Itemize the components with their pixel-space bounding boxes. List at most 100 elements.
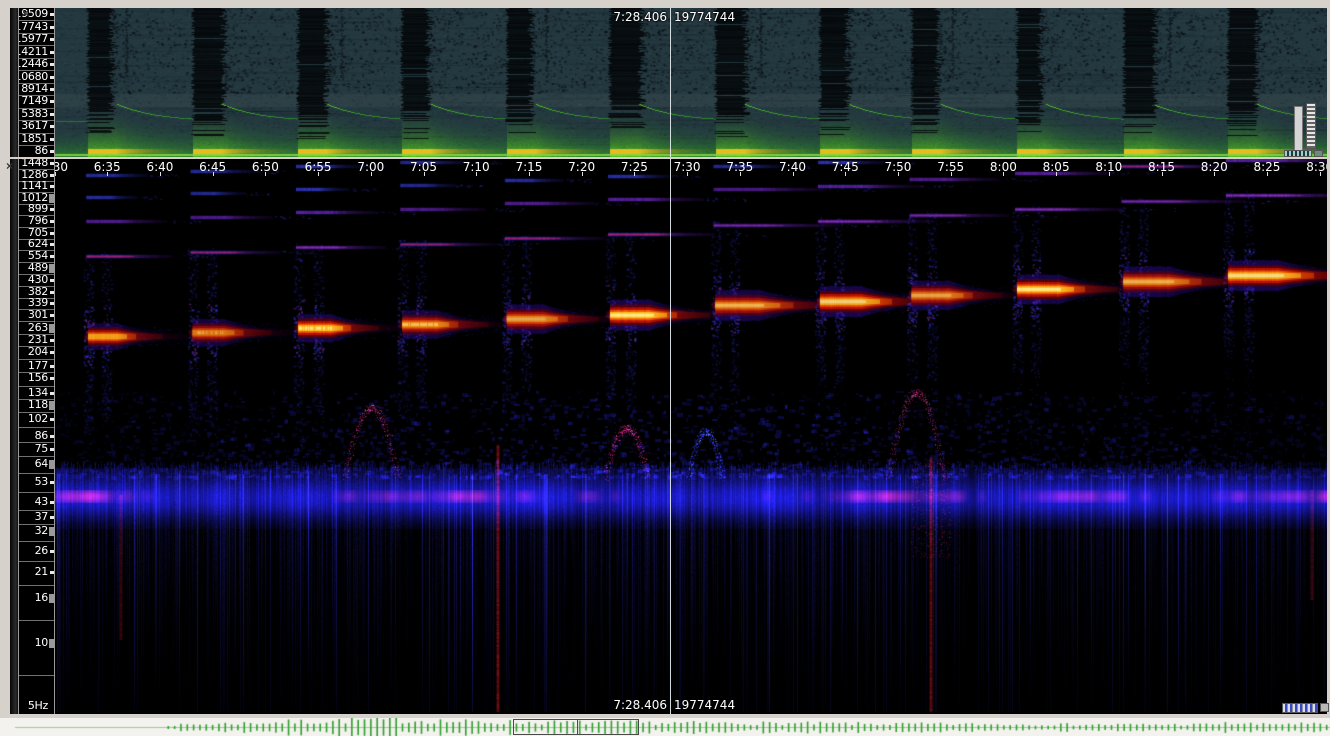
frequency-label: 17743 <box>18 21 48 33</box>
frequency-label: 75 <box>35 443 48 455</box>
overview-view-window[interactable] <box>513 719 639 735</box>
time-tick <box>1056 172 1057 176</box>
waveform-overview-canvas[interactable] <box>0 718 1330 736</box>
window-top-border <box>0 0 1330 8</box>
frequency-label: 301 <box>28 309 48 321</box>
overview-spectrogram-canvas[interactable] <box>55 8 1327 157</box>
frequency-tick <box>50 516 54 519</box>
pane-reset-button[interactable] <box>1320 703 1329 712</box>
pane-close-button[interactable]: × <box>3 159 16 172</box>
time-tick <box>898 172 899 176</box>
time-tick <box>793 172 794 176</box>
frequency-label: 43 <box>35 496 48 508</box>
frequency-label: 86 <box>35 430 48 442</box>
frequency-label: 64 <box>35 458 48 470</box>
playback-cursor-line[interactable] <box>670 8 671 157</box>
frequency-label: 156 <box>28 372 48 384</box>
frequency-zoom-tick <box>49 324 54 333</box>
frequency-tick <box>50 435 54 438</box>
frequency-tick <box>50 232 54 235</box>
frequency-label: 7149 <box>21 95 48 107</box>
frequency-label: 21 <box>35 566 48 578</box>
frequency-tick <box>50 339 54 342</box>
frequency-label: 118 <box>28 399 48 411</box>
frequency-label: 86 <box>35 145 48 157</box>
frequency-tick <box>50 418 54 421</box>
cursor-time-readout: 7:28.406 <box>561 11 667 24</box>
frequency-label: 5383 <box>21 108 48 120</box>
frequency-tick <box>50 302 54 305</box>
playback-cursor-line[interactable] <box>670 159 671 714</box>
frequency-tick <box>50 220 54 223</box>
frequency-tick <box>50 377 54 380</box>
frequency-tick <box>50 125 54 128</box>
horizontal-zoom-thumbwheel[interactable] <box>1284 150 1312 157</box>
time-tick <box>318 172 319 176</box>
sonic-visualiser-window: 1950917743159771421112446106808914714953… <box>0 0 1330 736</box>
frequency-scale[interactable]: 1448128611411012899796705624554489430382… <box>18 159 55 714</box>
frequency-label: 32 <box>35 525 48 537</box>
time-tick <box>265 172 266 176</box>
frequency-zoom-tick <box>49 594 54 603</box>
time-tick <box>582 172 583 176</box>
frequency-tick <box>50 185 54 188</box>
time-ruler[interactable]: 6:306:356:406:456:506:557:007:057:107:15… <box>55 159 1327 176</box>
horizontal-zoom-thumbwheel[interactable] <box>1282 703 1318 713</box>
vertical-zoom-thumbwheel[interactable] <box>1306 103 1316 149</box>
time-label: 6:30 <box>55 161 75 174</box>
frequency-label: 3617 <box>21 120 48 132</box>
frequency-scale-line <box>19 585 54 586</box>
pane-left-strip <box>10 8 18 157</box>
frequency-label: 8914 <box>21 83 48 95</box>
time-tick <box>424 172 425 176</box>
frequency-tick <box>50 13 54 16</box>
time-tick <box>1003 172 1004 176</box>
frequency-tick <box>50 279 54 282</box>
frequency-zoom-tick <box>49 639 54 648</box>
frequency-tick <box>50 392 54 395</box>
pane-close-button[interactable]: × <box>19 6 32 19</box>
frequency-label: 10 <box>35 637 48 649</box>
frequency-tick <box>50 243 54 246</box>
time-tick <box>1162 172 1163 176</box>
time-tick <box>529 172 530 176</box>
frequency-tick <box>50 501 54 504</box>
frequency-tick <box>50 113 54 116</box>
frequency-tick <box>50 162 54 165</box>
frequency-tick <box>50 100 54 103</box>
frequency-label: 26 <box>35 545 48 557</box>
frequency-label: 134 <box>28 387 48 399</box>
time-tick <box>160 172 161 176</box>
frequency-tick <box>50 150 54 153</box>
pane-reset-button[interactable] <box>1314 150 1323 157</box>
frequency-tick <box>50 351 54 354</box>
frequency-label: 489 <box>28 262 48 274</box>
frequency-tick <box>50 314 54 317</box>
time-tick <box>687 172 688 176</box>
frequency-label: 177 <box>28 360 48 372</box>
frequency-tick <box>50 51 54 54</box>
frequency-tick <box>50 255 54 258</box>
frequency-scale-line <box>19 620 54 621</box>
frequency-scale-line <box>19 675 54 676</box>
frequency-tick <box>50 448 54 451</box>
frequency-tick <box>50 481 54 484</box>
frequency-unit-label: 5Hz <box>28 700 48 712</box>
cursor-sample-readout: 19774744 <box>674 699 735 712</box>
time-tick <box>1214 172 1215 176</box>
time-tick <box>845 172 846 176</box>
main-spectrogram-canvas[interactable] <box>55 159 1327 714</box>
time-tick <box>371 172 372 176</box>
time-tick <box>740 172 741 176</box>
time-tick <box>107 172 108 176</box>
frequency-label: 12446 <box>18 58 48 70</box>
frequency-scale-line <box>19 492 54 493</box>
frequency-tick <box>50 571 54 574</box>
frequency-label: 14211 <box>18 46 48 58</box>
vertical-scroll-indicator[interactable] <box>1294 106 1303 152</box>
overview-cursor-divider <box>577 720 578 734</box>
frequency-scale[interactable]: 1950917743159771421112446106808914714953… <box>18 8 55 157</box>
time-tick <box>1320 172 1321 176</box>
frequency-scale-line <box>19 473 54 474</box>
frequency-label: 263 <box>28 322 48 334</box>
